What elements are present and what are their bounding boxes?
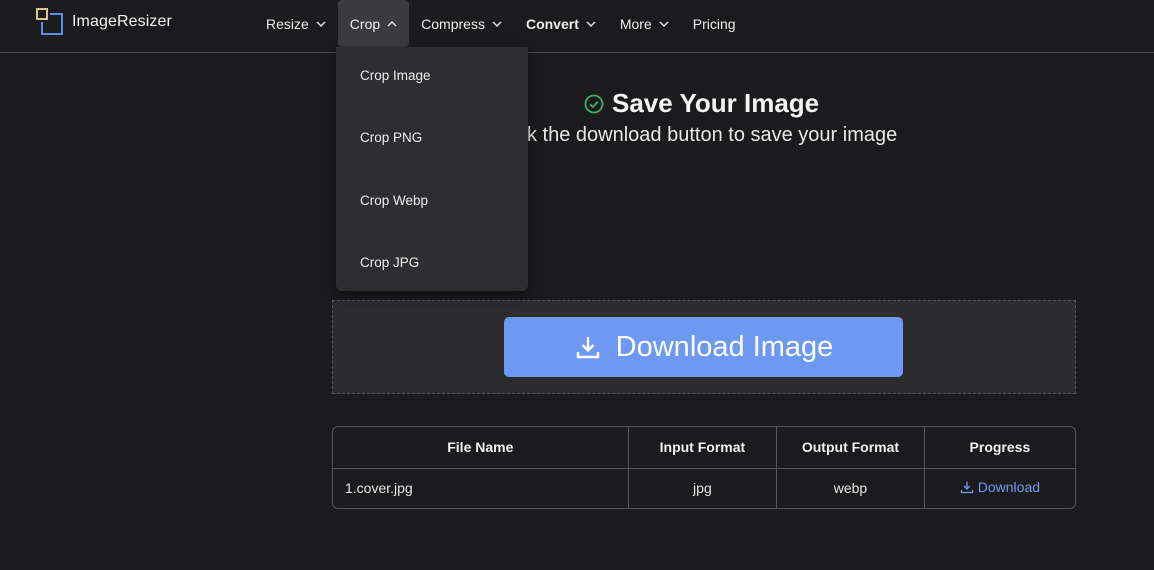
header-file-name: File Name [333,427,629,468]
cell-output-format: webp [776,468,925,508]
page-title-text: Save Your Image [612,88,820,118]
download-button-label: Download Image [615,330,834,363]
top-navbar: ImageResizer Resize Crop Compress Conver… [0,0,1154,53]
download-link-label: Download [977,479,1041,496]
files-table: File Name Input Format Output Format Pro… [332,426,1076,509]
nav-item-crop[interactable]: Crop [337,0,410,47]
table-header-row: File Name Input Format Output Format Pro… [333,427,1075,468]
download-icon [576,337,599,359]
brand-name: ImageResizer [72,13,172,30]
nav-item-resize[interactable]: Resize [254,0,338,47]
nav-item-convert[interactable]: Convert [514,0,608,47]
menu-item-crop-webp[interactable]: Crop Webp [360,193,428,208]
nav-item-label: Convert [525,15,579,32]
nav-item-label: More [619,15,652,32]
nav-item-label: Crop [349,15,381,32]
nav-menu: Resize Crop Compress Convert More Pricin… [254,0,748,47]
file-download-link[interactable]: Download [960,479,1040,495]
chevron-up-icon [387,19,397,29]
table-row: 1.cover.jpg jpg webp Download [333,468,1075,508]
header-progress: Progress [969,439,1031,456]
header-input-format: Input Format [628,427,778,468]
menu-item-crop-jpg[interactable]: Crop JPG [360,255,419,270]
download-image-button[interactable]: Download Image [504,317,903,377]
crop-dropdown-menu: Crop Image Crop PNG Crop Webp Crop JPG [336,47,528,291]
nav-item-more[interactable]: More [608,0,681,47]
nav-item-label: Resize [266,15,309,32]
menu-item-crop-png[interactable]: Crop PNG [360,130,422,145]
brand-logo-link[interactable]: ImageResizer [36,7,172,37]
download-icon [960,481,973,494]
cell-progress: Download [924,468,1075,508]
header-output-format: Output Format [776,427,925,468]
cell-input-format: jpg [628,468,778,508]
chevron-down-icon [659,19,669,29]
cell-file-name: 1.cover.jpg [333,468,629,508]
menu-item-crop-image[interactable]: Crop Image [360,68,431,83]
image-resizer-logo-icon [36,8,64,36]
page-title: Save Your Image [584,88,819,119]
page-subtitle: k the download button to save your image [527,124,898,146]
chevron-down-icon [586,19,596,29]
nav-item-pricing[interactable]: Pricing [681,0,748,47]
nav-item-label: Compress [421,15,485,32]
chevron-down-icon [492,19,502,29]
check-circle-icon [584,94,604,113]
nav-item-compress[interactable]: Compress [409,0,514,47]
chevron-down-icon [316,19,326,29]
nav-item-label: Pricing [692,15,736,32]
